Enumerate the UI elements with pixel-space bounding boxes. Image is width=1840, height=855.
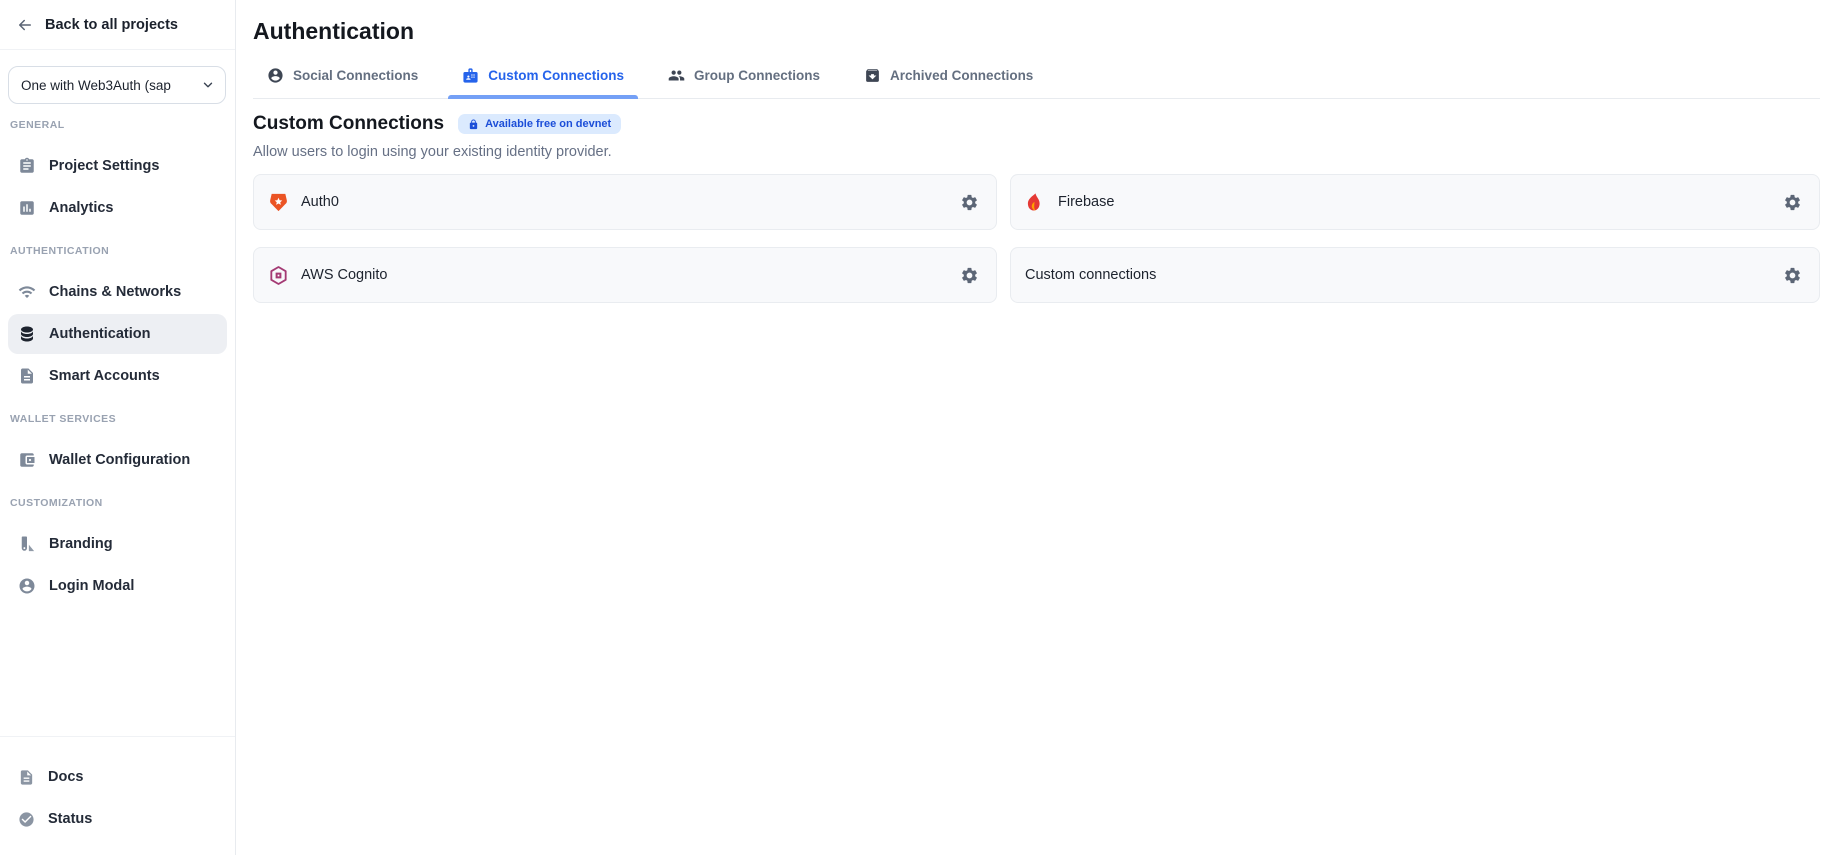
clipboard-icon <box>18 157 36 175</box>
analytics-icon <box>18 199 36 217</box>
wallet-icon <box>18 451 36 469</box>
section-description: Allow users to login using your existing… <box>253 144 1820 160</box>
sidebar-item-status[interactable]: Status <box>8 799 227 839</box>
arrow-left-icon <box>16 16 34 34</box>
sidebar-spacer <box>0 608 235 736</box>
connection-card-custom-connections[interactable]: Custom connections <box>1010 247 1820 303</box>
file-icon <box>18 367 36 385</box>
tab-label: Custom Connections <box>488 68 624 83</box>
tab-archived-connections[interactable]: Archived Connections <box>850 67 1047 98</box>
back-label: Back to all projects <box>45 17 178 33</box>
firebase-icon <box>1025 192 1046 213</box>
devnet-badge: Available free on devnet <box>458 114 621 134</box>
connection-card-auth0[interactable]: Auth0 <box>253 174 997 230</box>
project-selector-dropdown[interactable]: One with Web3Auth (sap <box>8 66 226 104</box>
card-settings-button[interactable] <box>958 264 980 286</box>
sidebar-item-wallet-configuration[interactable]: Wallet Configuration <box>8 440 227 480</box>
user-circle-icon <box>18 577 36 595</box>
sidebar-item-label: Project Settings <box>49 158 159 174</box>
gear-icon <box>960 266 979 285</box>
sidebar-section-label-wallet-services: WALLET SERVICES <box>0 398 235 438</box>
card-left: Firebase <box>1025 192 1114 213</box>
branding-icon <box>18 535 36 553</box>
sidebar-item-docs[interactable]: Docs <box>8 757 227 797</box>
gear-icon <box>1783 266 1802 285</box>
sidebar-item-chains-networks[interactable]: Chains & Networks <box>8 272 227 312</box>
project-selector-value: One with Web3Auth (sap <box>21 78 171 93</box>
check-circle-icon <box>18 811 35 828</box>
sidebar-item-label: Chains & Networks <box>49 284 181 300</box>
sidebar-item-label: Authentication <box>49 326 151 342</box>
person-icon <box>267 67 284 84</box>
tab-label: Archived Connections <box>890 68 1033 83</box>
sidebar-item-login-modal[interactable]: Login Modal <box>8 566 227 606</box>
sidebar-item-project-settings[interactable]: Project Settings <box>8 146 227 186</box>
section-header: Custom Connections Available free on dev… <box>253 113 1820 135</box>
group-icon <box>668 67 685 84</box>
tab-group-connections[interactable]: Group Connections <box>654 67 834 98</box>
sidebar-item-label: Wallet Configuration <box>49 452 190 468</box>
aws-cognito-icon <box>268 265 289 286</box>
sidebar-item-smart-accounts[interactable]: Smart Accounts <box>8 356 227 396</box>
sidebar-nav: GENERAL Project Settings Analytics AUTHENTI… <box>0 104 235 608</box>
gear-icon <box>960 193 979 212</box>
card-left: AWS Cognito <box>268 265 388 286</box>
sidebar-item-label: Branding <box>49 536 113 552</box>
card-settings-button[interactable] <box>1781 191 1803 213</box>
section-heading: Custom Connections <box>253 113 444 135</box>
sidebar-item-authentication[interactable]: Authentication <box>8 314 227 354</box>
sidebar-item-analytics[interactable]: Analytics <box>8 188 227 228</box>
chevron-down-icon <box>201 78 215 92</box>
tab-bar: Social Connections Custom Connections Grou… <box>253 67 1820 99</box>
sidebar: Back to all projects One with Web3Auth (… <box>0 0 236 855</box>
tab-label: Group Connections <box>694 68 820 83</box>
card-left: Custom connections <box>1025 267 1156 283</box>
auth0-icon <box>268 192 289 213</box>
devnet-badge-label: Available free on devnet <box>485 118 611 130</box>
connection-card-firebase[interactable]: Firebase <box>1010 174 1820 230</box>
tab-social-connections[interactable]: Social Connections <box>253 67 432 98</box>
sidebar-item-label: Login Modal <box>49 578 134 594</box>
tab-label: Social Connections <box>293 68 418 83</box>
back-to-projects-button[interactable]: Back to all projects <box>0 0 235 50</box>
connection-cards: Auth0 Firebase AWS Cognito Custom connectio… <box>253 174 1820 303</box>
sidebar-item-label: Docs <box>48 769 83 785</box>
sidebar-item-label: Analytics <box>49 200 113 216</box>
app-root: Back to all projects One with Web3Auth (… <box>0 0 1840 855</box>
connection-card-label: Custom connections <box>1025 267 1156 283</box>
tab-custom-connections[interactable]: Custom Connections <box>448 67 638 98</box>
sidebar-section-label-general: GENERAL <box>0 104 235 144</box>
connection-card-label: Auth0 <box>301 194 339 210</box>
badge-icon <box>462 67 479 84</box>
main-content: Authentication Social Connections Custom … <box>236 0 1840 855</box>
connection-card-label: Firebase <box>1058 194 1114 210</box>
sidebar-item-label: Status <box>48 811 92 827</box>
card-settings-button[interactable] <box>1781 264 1803 286</box>
sidebar-item-label: Smart Accounts <box>49 368 160 384</box>
sidebar-footer: Docs Status <box>0 736 235 855</box>
card-settings-button[interactable] <box>958 191 980 213</box>
database-icon <box>18 325 36 343</box>
archive-icon <box>864 67 881 84</box>
sidebar-item-branding[interactable]: Branding <box>8 524 227 564</box>
gear-icon <box>1783 193 1802 212</box>
doc-icon <box>18 769 35 786</box>
connection-card-aws-cognito[interactable]: AWS Cognito <box>253 247 997 303</box>
sidebar-section-label-customization: CUSTOMIZATION <box>0 482 235 522</box>
lock-icon <box>468 119 479 130</box>
card-left: Auth0 <box>268 192 339 213</box>
page-title: Authentication <box>253 18 1820 45</box>
connection-card-label: AWS Cognito <box>301 267 388 283</box>
sidebar-section-label-authentication: AUTHENTICATION <box>0 230 235 270</box>
wifi-icon <box>18 283 36 301</box>
